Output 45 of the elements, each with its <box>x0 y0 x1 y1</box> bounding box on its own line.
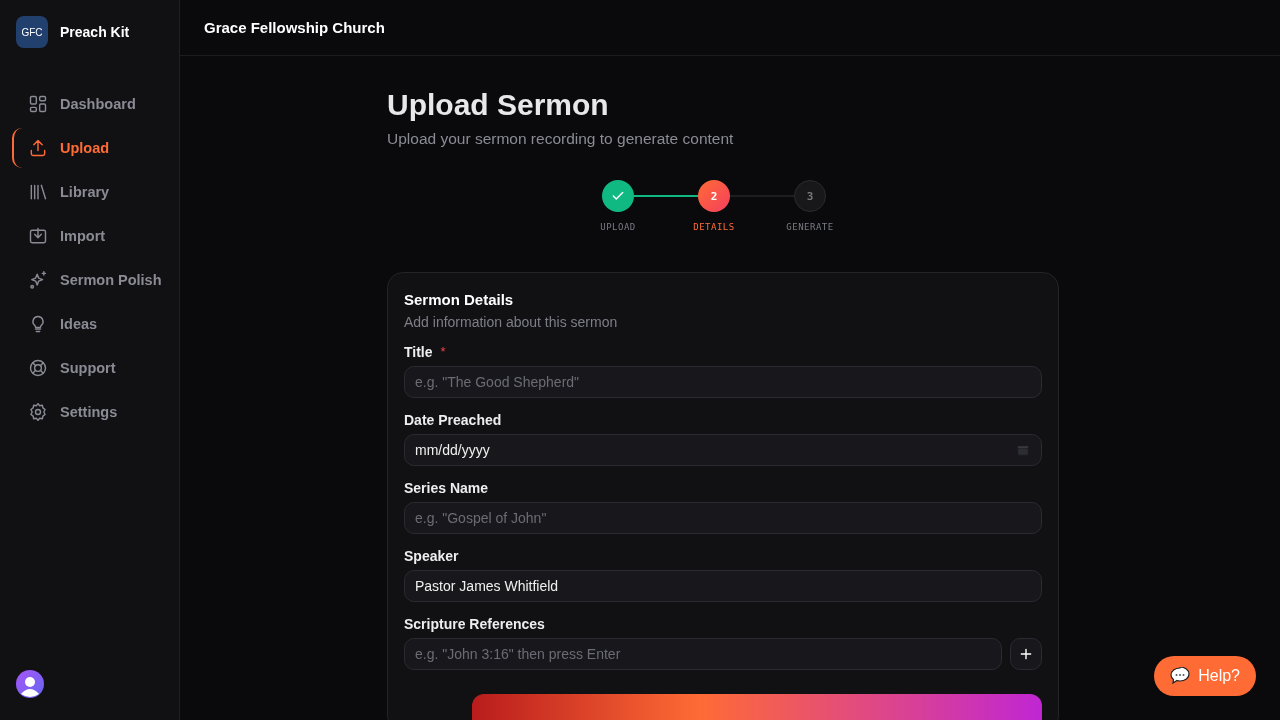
import-icon <box>28 226 48 246</box>
sparkle-icon <box>28 270 48 290</box>
nav-item[interactable]: Sermon Polish <box>12 260 167 300</box>
field-label: Title <box>404 344 433 360</box>
logo-badge: GFC <box>16 16 48 48</box>
nav-item[interactable]: Library <box>12 172 167 212</box>
calendar-icon <box>1016 443 1030 457</box>
card-title: Sermon Details <box>404 291 515 308</box>
app-name: Preach Kit <box>60 24 130 40</box>
input-field[interactable]: e.g. "John 3:16" then press Enter <box>404 638 1002 670</box>
nav-item[interactable]: Support <box>12 348 167 388</box>
field-label: Speaker <box>404 548 459 564</box>
step-circle: 2 <box>698 180 730 212</box>
avatar-icon[interactable] <box>16 670 44 698</box>
step-circle: 3 <box>794 180 826 212</box>
nav-item[interactable]: Ideas <box>12 304 167 344</box>
step-label: DETAILS <box>693 222 735 232</box>
required-mark: * <box>440 344 446 359</box>
input-field[interactable]: e.g. "Gospel of John" <box>404 502 1042 534</box>
checkmark-icon <box>611 189 625 203</box>
upload-icon <box>28 138 48 158</box>
field-label: Series Name <box>404 480 489 496</box>
nav-item[interactable]: Dashboard <box>12 84 167 124</box>
card-subtitle: Add information about this sermon <box>404 314 619 330</box>
help-button[interactable]: Help? <box>1154 656 1256 696</box>
step-label: UPLOAD <box>600 222 636 232</box>
input-field[interactable]: Pastor James Whitfield <box>404 570 1042 602</box>
page-title: Upload Sermon <box>387 88 610 122</box>
church-name: Grace Fellowship Church <box>204 19 385 36</box>
field-label: Scripture References <box>404 616 545 632</box>
add-button[interactable] <box>1010 638 1042 670</box>
grid-icon <box>28 94 48 114</box>
books-icon <box>28 182 48 202</box>
plus-icon <box>1019 647 1033 661</box>
date-field[interactable]: mm/dd/yyyy <box>404 434 1042 466</box>
lifebuoy-icon <box>28 358 48 378</box>
nav-item[interactable]: Settings <box>12 392 167 432</box>
page-subtitle: Upload your sermon recording to generate content <box>387 130 735 148</box>
input-field[interactable]: e.g. "The Good Shepherd" <box>404 366 1042 398</box>
field-label: Date Preached <box>404 412 502 428</box>
settings-icon <box>28 402 48 422</box>
nav-item[interactable]: Import <box>12 216 167 256</box>
nav-item[interactable]: Upload <box>12 128 167 168</box>
step-label: GENERATE <box>786 222 834 232</box>
chat-bubble-icon <box>1170 667 1191 685</box>
